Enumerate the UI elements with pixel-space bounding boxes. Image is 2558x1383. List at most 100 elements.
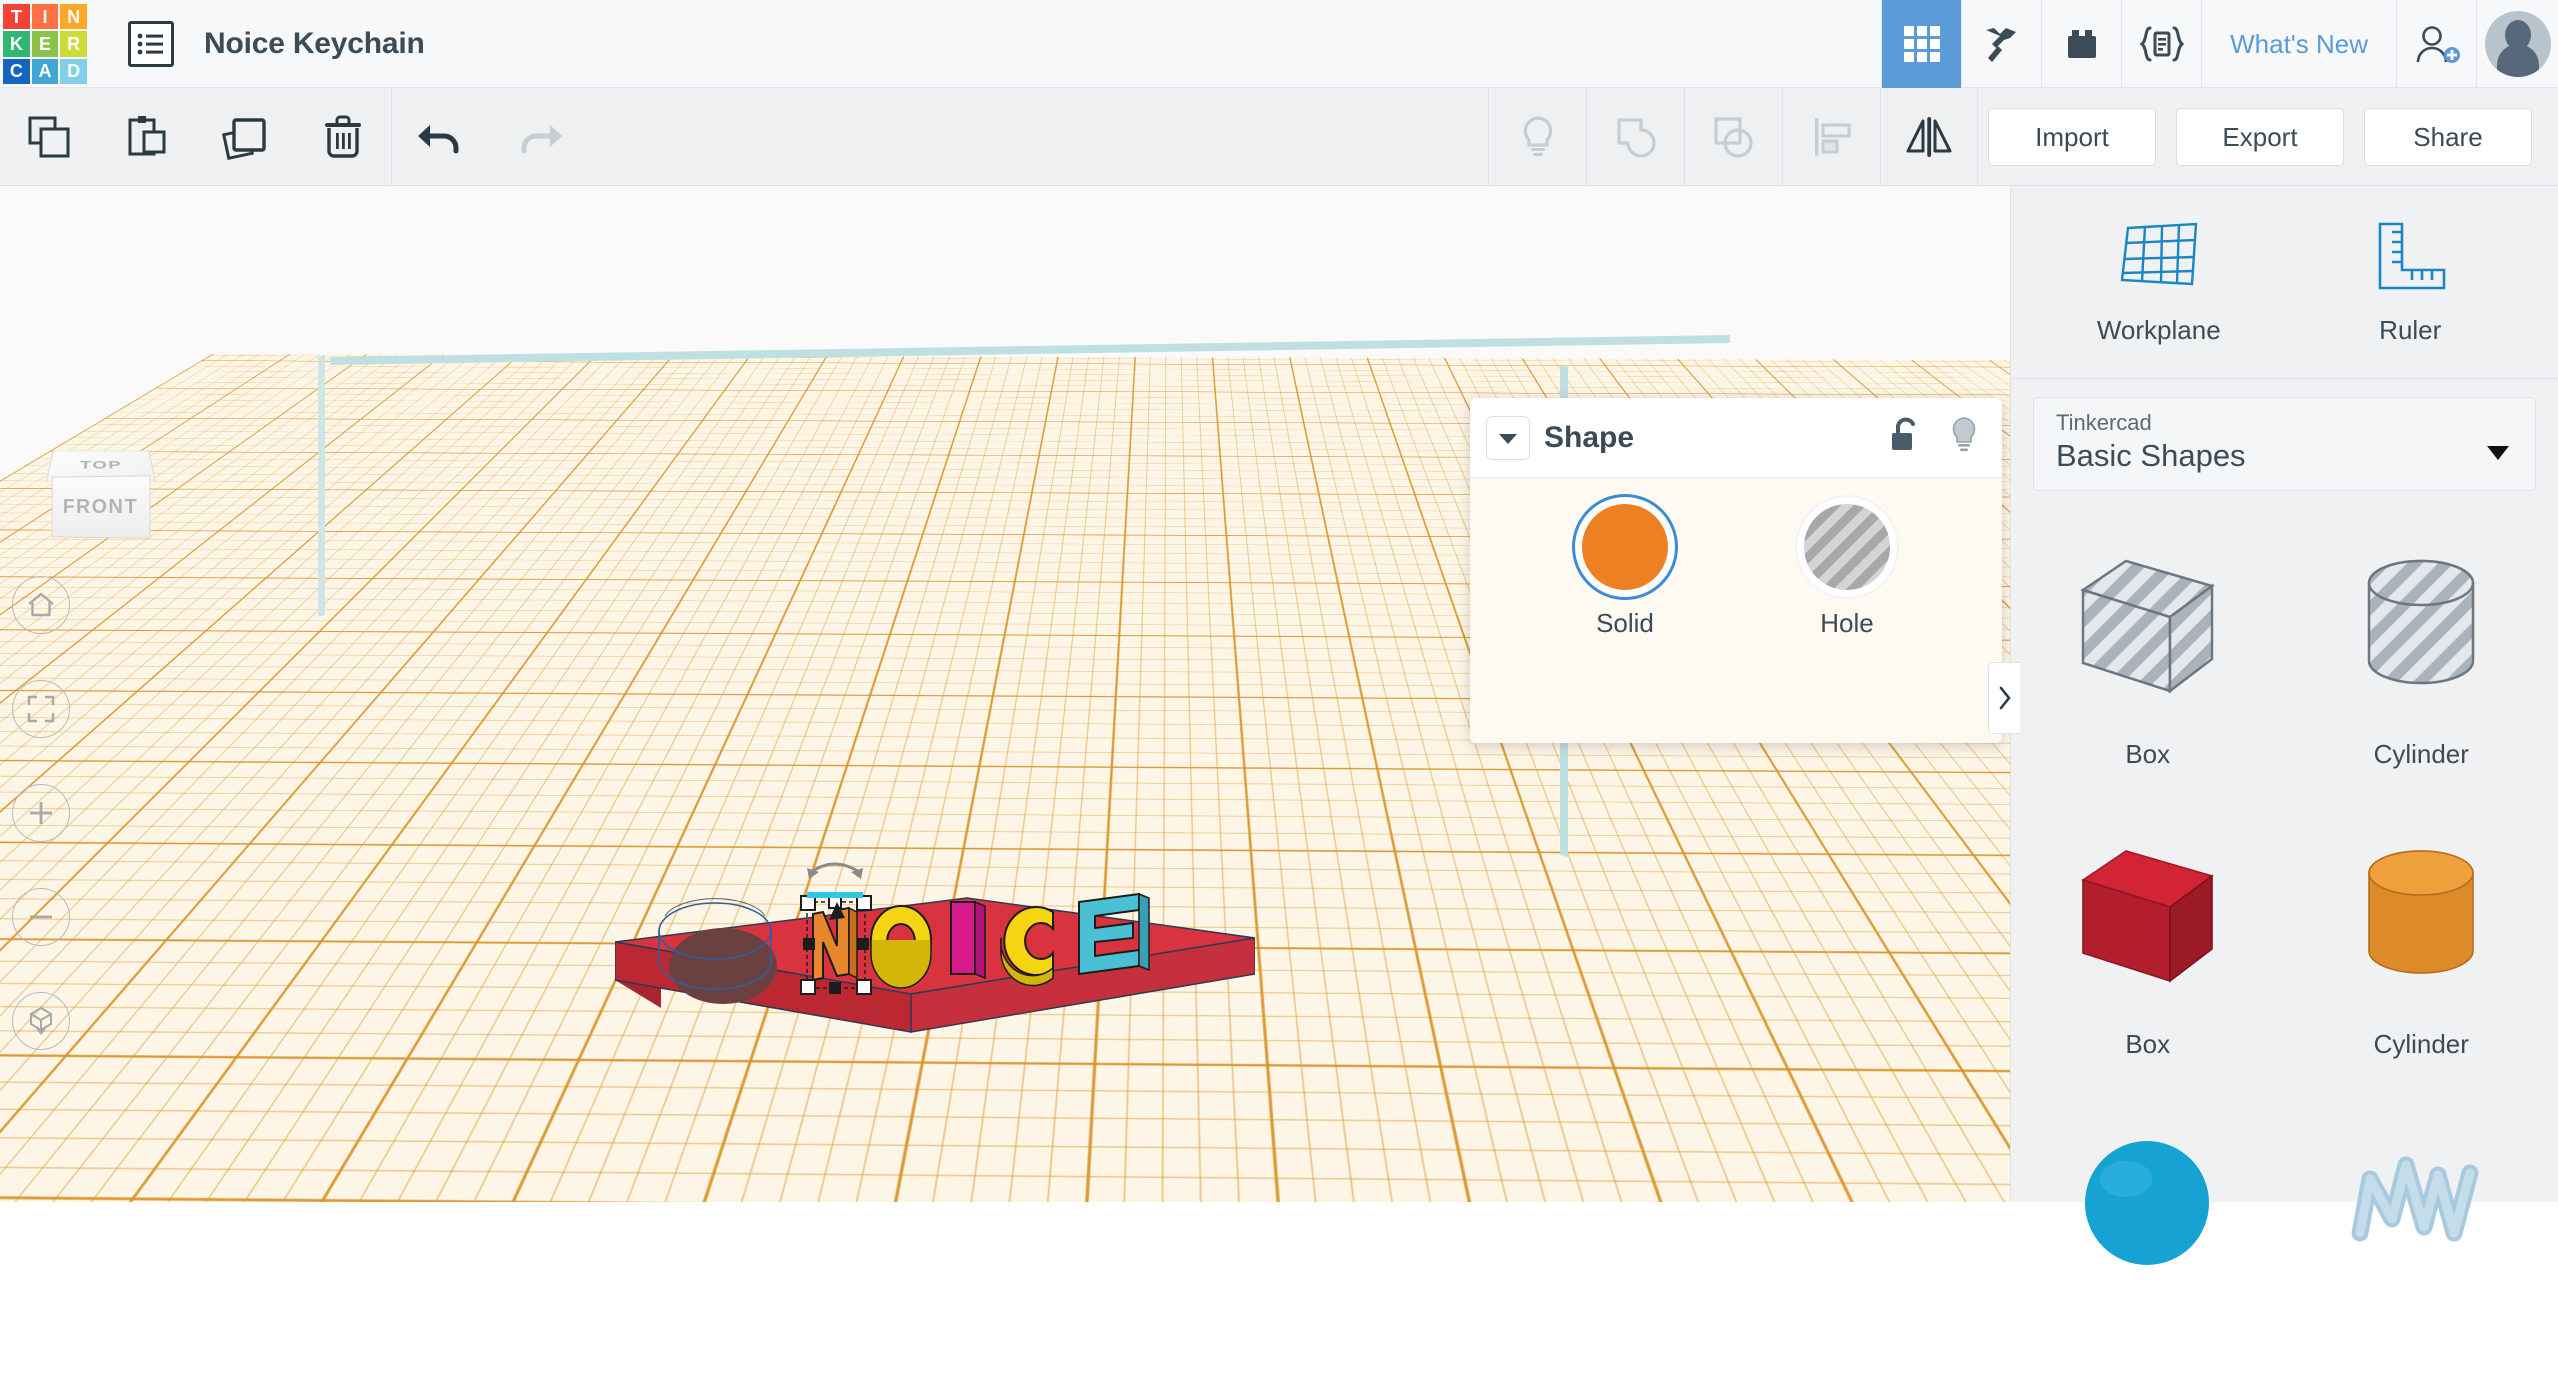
- edit-toolbar: Import Export Share: [0, 88, 2558, 186]
- library-name-label: Basic Shapes: [2056, 438, 2513, 474]
- lightbulb-icon[interactable]: [1488, 88, 1586, 186]
- logo-cell-I: I: [32, 4, 59, 29]
- logo-cell-C: C: [3, 59, 30, 84]
- shape-panel-header: Shape: [1470, 398, 2002, 478]
- logo-cell-N: N: [60, 4, 87, 29]
- pickaxe-icon[interactable]: [1961, 0, 2041, 88]
- sidebar-collapse-handle[interactable]: [1988, 662, 2020, 734]
- hole-label: Hole: [1777, 608, 1917, 639]
- ortho-cube-icon: [25, 1005, 57, 1037]
- import-button[interactable]: Import: [1988, 108, 2156, 166]
- solid-swatch: [1582, 504, 1668, 590]
- lightbulb-icon[interactable]: [1948, 415, 1980, 460]
- avatar[interactable]: [2476, 0, 2558, 88]
- shape-scribble[interactable]: [2285, 1093, 2558, 1383]
- shape-box-hole[interactable]: Box: [2011, 513, 2285, 803]
- list-menu-icon[interactable]: [128, 21, 174, 67]
- workplane-canvas[interactable]: TOP FRONT: [0, 186, 2010, 1202]
- mirror-icon[interactable]: [1880, 88, 1978, 186]
- ruler-icon: [2370, 218, 2450, 296]
- solid-option[interactable]: Solid: [1555, 504, 1695, 639]
- fit-frame-icon: [26, 694, 56, 724]
- toolbar-buttons: Import Export Share: [1978, 88, 2558, 185]
- logo-cell-K: K: [3, 31, 30, 56]
- shape-cylinder-solid-label: Cylinder: [2374, 1029, 2469, 1060]
- unlock-icon[interactable]: [1888, 415, 1922, 460]
- box-hole-thumb: [2053, 535, 2243, 725]
- view-cube-front-face[interactable]: FRONT: [52, 475, 151, 538]
- sidebar-tools: Workplane Ruler: [2011, 186, 2558, 379]
- plus-icon: [26, 798, 56, 828]
- zoom-in-button[interactable]: [12, 784, 70, 842]
- shape-cylinder-hole-label: Cylinder: [2374, 739, 2469, 770]
- sphere-solid-thumb: [2053, 1115, 2243, 1305]
- shape-inspector-panel[interactable]: Shape S: [1470, 398, 2002, 743]
- shapes-sidebar: Workplane Ruler Tinkercad Basic Shapes: [2010, 186, 2558, 1202]
- brick-icon[interactable]: [2041, 0, 2121, 88]
- paste-icon[interactable]: [98, 88, 196, 186]
- export-button[interactable]: Export: [2176, 108, 2344, 166]
- share-button[interactable]: Share: [2364, 108, 2532, 166]
- grid-blocks-icon[interactable]: [1881, 0, 1961, 88]
- tinkercad-logo[interactable]: T I N K E R C A D: [0, 0, 90, 88]
- page-title[interactable]: Noice Keychain: [204, 0, 425, 87]
- shape-box-solid-label: Box: [2125, 1029, 2170, 1060]
- redo-icon[interactable]: [490, 88, 588, 186]
- cylinder-solid-thumb: [2326, 825, 2516, 1015]
- ruler-tool-label: Ruler: [2325, 315, 2495, 346]
- chevron-down-icon[interactable]: [1486, 416, 1530, 460]
- projection-toggle-button[interactable]: [12, 992, 70, 1050]
- fit-view-button[interactable]: [12, 680, 70, 738]
- chevron-right-icon: [1998, 686, 2012, 710]
- group-icon[interactable]: [1586, 88, 1684, 186]
- minus-icon: [26, 902, 56, 932]
- zoom-out-button[interactable]: [12, 888, 70, 946]
- top-bar: T I N K E R C A D Noice Keychain: [0, 0, 2558, 88]
- logo-cell-A: A: [32, 59, 59, 84]
- whats-new-link[interactable]: What's New: [2201, 0, 2396, 88]
- codeblocks-icon[interactable]: [2121, 0, 2201, 88]
- box-solid-thumb: [2053, 825, 2243, 1015]
- home-icon: [26, 591, 56, 619]
- shape-library-grid: Box Cylinder: [2011, 513, 2558, 1383]
- rotate-handle-arc: [811, 864, 859, 872]
- workplane-edge-west: [318, 355, 325, 617]
- model-letter-E: [1079, 894, 1149, 974]
- shape-box-solid[interactable]: Box: [2011, 803, 2285, 1093]
- workplane-tool-label: Workplane: [2074, 315, 2244, 346]
- header-right-group: What's New: [1881, 0, 2558, 87]
- shape-cylinder-hole[interactable]: Cylinder: [2285, 513, 2558, 803]
- model-hole-hatch: [665, 899, 765, 916]
- ruler-tool[interactable]: Ruler: [2325, 218, 2495, 346]
- shape-library-select[interactable]: Tinkercad Basic Shapes: [2033, 397, 2536, 491]
- solid-label: Solid: [1555, 608, 1695, 639]
- hole-swatch: [1804, 504, 1890, 590]
- shape-sphere-solid[interactable]: [2011, 1093, 2285, 1383]
- library-source-label: Tinkercad: [2056, 410, 2513, 436]
- view-cube[interactable]: TOP FRONT: [40, 424, 162, 542]
- hole-option[interactable]: Hole: [1777, 504, 1917, 639]
- scribble-thumb: [2326, 1115, 2516, 1305]
- shape-box-hole-label: Box: [2125, 739, 2170, 770]
- avatar-image: [2485, 11, 2551, 77]
- model-keyring-hole: [669, 928, 777, 1004]
- logo-cell-R: R: [60, 31, 87, 56]
- workplane-tool[interactable]: Workplane: [2074, 218, 2244, 346]
- logo-cell-T: T: [3, 4, 30, 29]
- caret-down-icon: [2487, 446, 2509, 465]
- model-letter-I: [951, 902, 985, 978]
- delete-icon[interactable]: [294, 88, 392, 186]
- model-letter-O: [871, 906, 931, 988]
- add-person-icon[interactable]: [2396, 0, 2476, 88]
- ungroup-icon[interactable]: [1684, 88, 1782, 186]
- home-view-button[interactable]: [12, 576, 70, 634]
- workplane-icon: [2110, 218, 2208, 296]
- duplicate-icon[interactable]: [196, 88, 294, 186]
- align-icon[interactable]: [1782, 88, 1880, 186]
- keychain-model[interactable]: [615, 846, 1255, 1086]
- shape-panel-actions: [1888, 415, 1980, 460]
- shape-cylinder-solid[interactable]: Cylinder: [2285, 803, 2558, 1093]
- toolbar-spacer: [588, 88, 1488, 185]
- copy-icon[interactable]: [0, 88, 98, 186]
- undo-icon[interactable]: [392, 88, 490, 186]
